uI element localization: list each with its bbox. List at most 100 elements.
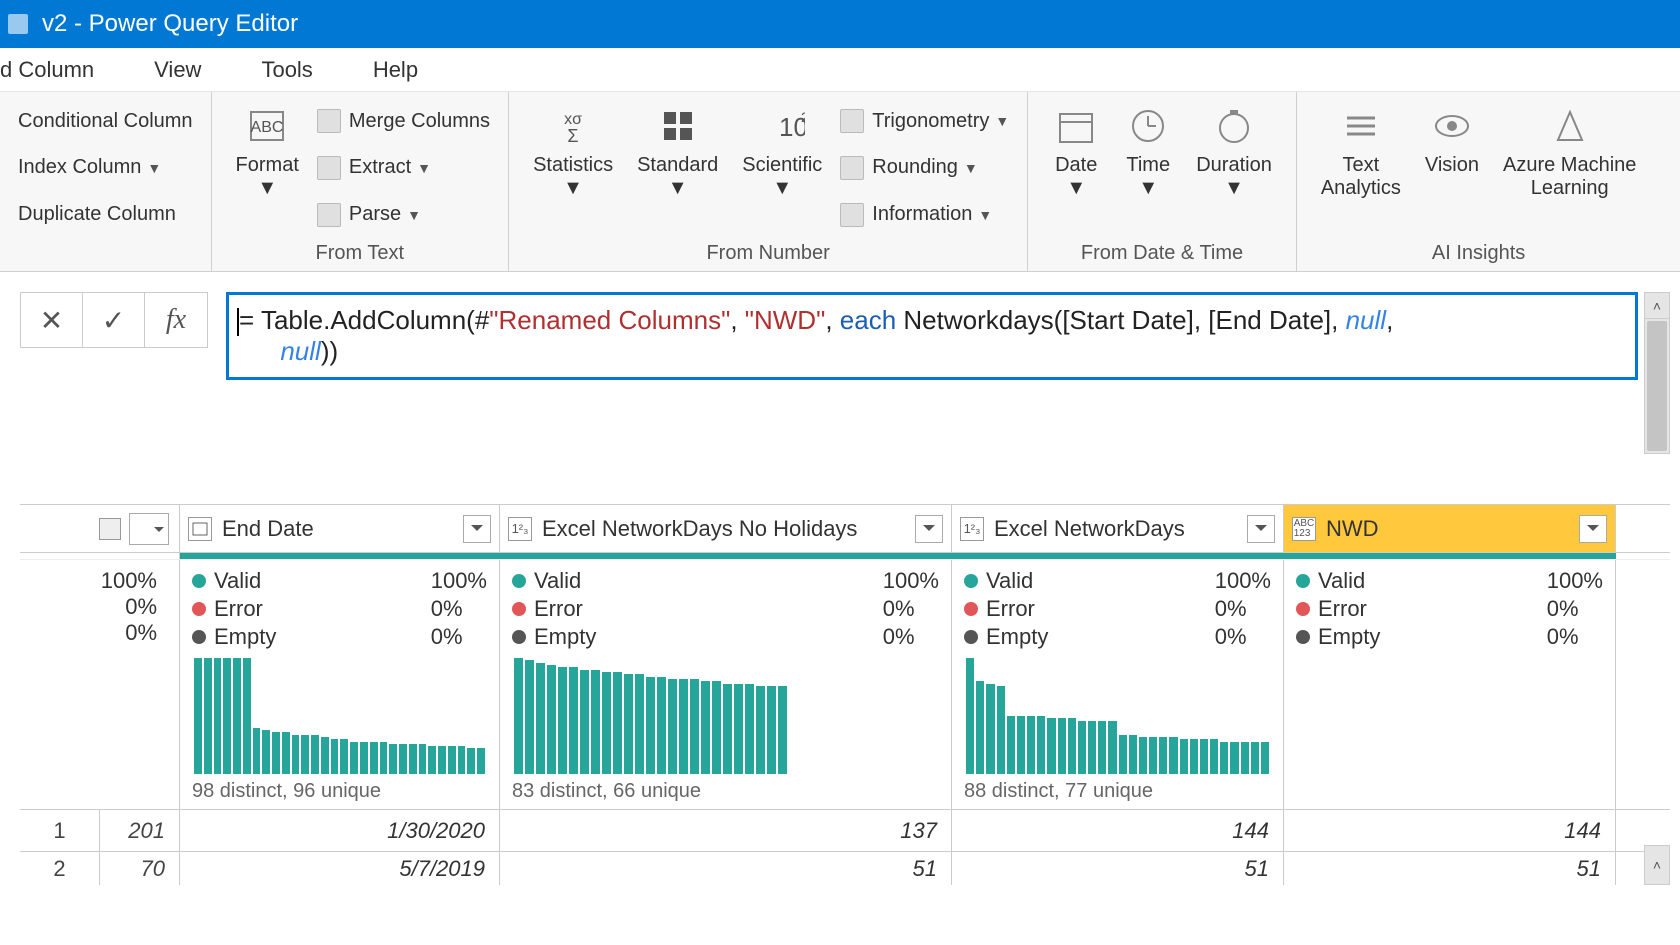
cell[interactable]: 51 [952,852,1284,885]
merge-columns-button[interactable]: Merge Columns [311,105,496,137]
trigonometry-button[interactable]: Trigonometry▼ [834,105,1015,137]
column-header-row: End Date 1²₃ Excel NetworkDays No Holida… [20,505,1670,553]
duration-button[interactable]: Duration▼ [1184,98,1284,204]
azure-ml-icon [1546,102,1594,150]
number-type-icon[interactable]: 1²₃ [508,517,532,541]
vision-button[interactable]: Vision [1413,98,1491,181]
statistics-button[interactable]: xσΣ Statistics▼ [521,98,625,204]
date-icon [1052,102,1100,150]
any-type-icon[interactable]: ABC123 [1292,517,1316,541]
distribution-chart [964,658,1271,774]
index-column-button[interactable]: Index Column▼ [12,152,199,183]
cell[interactable]: 1/30/2020 [180,810,500,851]
duplicate-column-button[interactable]: Duplicate Column [12,199,199,230]
chevron-down-icon: ▼ [257,177,277,199]
column-filter-button[interactable] [915,515,943,543]
statistics-icon: xσΣ [549,102,597,150]
distribution-chart [1296,658,1603,774]
row-number-cell[interactable]: 1 201 [20,810,180,851]
distribution-chart [192,658,487,774]
time-button[interactable]: Time▼ [1112,98,1184,204]
column-filter-button[interactable] [1579,515,1607,543]
ribbon: Conditional Column Index Column▼ Duplica… [0,92,1680,272]
row-number-cell[interactable]: 2 70 [20,852,180,885]
cell[interactable]: 51 [500,852,952,885]
text-analytics-button[interactable]: Text Analytics [1309,98,1413,204]
cell[interactable]: 5/7/2019 [180,852,500,885]
chevron-down-icon: ▼ [147,160,161,176]
scrollbar-thumb[interactable] [1647,321,1667,451]
profile-networkdays: Valid100% Error0% Empty0% 88 distinct, 7… [952,560,1284,809]
merge-icon [317,109,341,133]
formula-bar[interactable]: = Table.AddColumn(#"Renamed Columns", "N… [226,292,1638,380]
extract-button[interactable]: Extract▼ [311,152,496,184]
table-dropdown-button[interactable] [129,513,169,545]
window-title: v2 - Power Query Editor [42,10,298,38]
column-filter-button[interactable] [1247,515,1275,543]
standard-icon [654,102,702,150]
chevron-down-icon: ▼ [407,207,421,223]
tab-help[interactable]: Help [343,57,448,83]
svg-text:2: 2 [801,109,805,125]
empty-dot-icon [1296,630,1310,644]
date-type-icon[interactable] [188,517,212,541]
table-options-button[interactable] [99,513,169,545]
tab-view[interactable]: View [124,57,231,83]
column-header-end-date[interactable]: End Date [180,505,500,552]
scientific-button[interactable]: 102 Scientific▼ [730,98,834,204]
tab-add-column[interactable]: d Column [0,57,124,83]
scientific-icon: 102 [758,102,806,150]
chevron-down-icon: ▼ [1066,177,1086,199]
tab-tools[interactable]: Tools [231,57,342,83]
formula-scrollbar[interactable]: ˄ [1644,292,1670,454]
empty-dot-icon [192,630,206,644]
data-grid: End Date 1²₃ Excel NetworkDays No Holida… [20,504,1670,885]
error-dot-icon [512,602,526,616]
information-button[interactable]: Information▼ [834,199,1015,231]
standard-button[interactable]: Standard▼ [625,98,730,204]
group-from-number: From Number [521,238,1015,269]
text-analytics-icon [1337,102,1385,150]
chevron-down-icon: ▼ [964,160,978,176]
error-dot-icon [1296,602,1310,616]
chevron-up-icon[interactable]: ˄ [1645,293,1669,319]
empty-dot-icon [512,630,526,644]
cell[interactable]: 144 [1284,810,1616,851]
cell[interactable]: 51 [1284,852,1616,885]
column-header-nwd[interactable]: ABC123 NWD [1284,505,1616,552]
duration-icon [1210,102,1258,150]
commit-formula-button[interactable]: ✓ [83,293,145,347]
group-from-text: From Text [224,238,497,269]
ribbon-tabs: d Column View Tools Help [0,48,1680,92]
cancel-formula-button[interactable]: ✕ [21,293,83,347]
fx-button[interactable]: fx [145,293,207,347]
empty-dot-icon [964,630,978,644]
column-header-networkdays[interactable]: 1²₃ Excel NetworkDays [952,505,1284,552]
time-icon [1124,102,1172,150]
trig-icon [840,109,864,133]
table-row: 2 70 5/7/2019 51 51 51 [20,851,1670,885]
rounding-button[interactable]: Rounding▼ [834,152,1015,184]
table-corner [20,505,180,552]
column-header-networkdays-no-holidays[interactable]: 1²₃ Excel NetworkDays No Holidays [500,505,952,552]
grid-scroll-up-button[interactable]: ˄ [1644,845,1670,885]
app-icon [8,14,28,34]
valid-dot-icon [192,574,206,588]
chevron-down-icon: ▼ [772,177,792,199]
cell[interactable]: 144 [952,810,1284,851]
date-button[interactable]: Date▼ [1040,98,1112,204]
cell[interactable]: 137 [500,810,952,851]
format-button[interactable]: ABC Format▼ [224,98,311,204]
column-filter-button[interactable] [463,515,491,543]
title-bar: v2 - Power Query Editor [0,0,1680,48]
azure-ml-button[interactable]: Azure Machine Learning [1491,98,1648,204]
profile-networkdays-no-holidays: Valid100% Error0% Empty0% 83 distinct, 6… [500,560,952,809]
parse-button[interactable]: Parse▼ [311,199,496,231]
conditional-column-button[interactable]: Conditional Column [12,106,199,137]
group-from-datetime: From Date & Time [1040,238,1284,269]
vision-icon [1428,102,1476,150]
formula-bar-row: ✕ ✓ fx = Table.AddColumn(#"Renamed Colum… [20,292,1670,454]
svg-text:Σ: Σ [568,126,579,146]
table-icon [99,518,121,540]
number-type-icon[interactable]: 1²₃ [960,517,984,541]
